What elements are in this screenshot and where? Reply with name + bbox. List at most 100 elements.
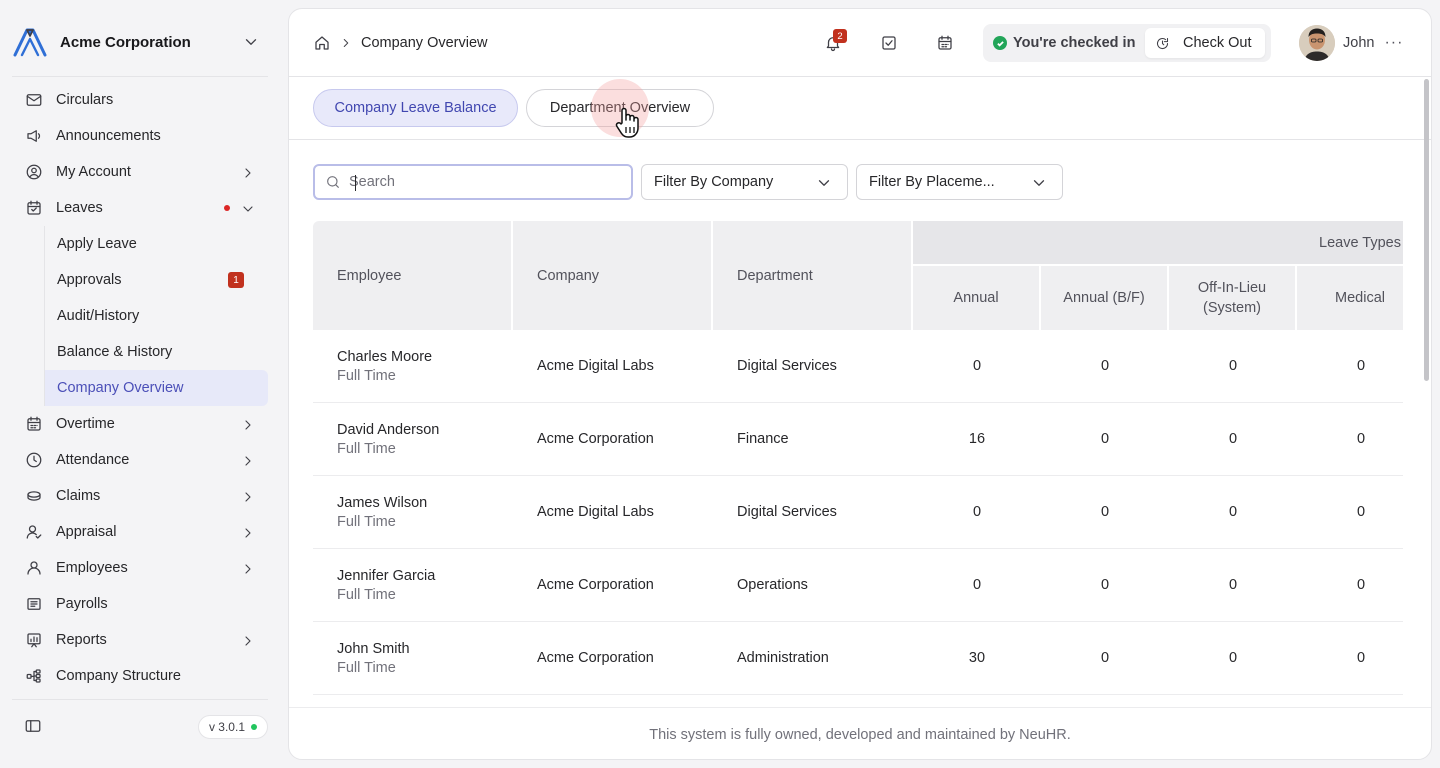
off-in-lieu-cell: 0 xyxy=(1228,504,1238,520)
mail-icon xyxy=(24,90,44,110)
sidebar-item-label: Company Structure xyxy=(56,668,181,684)
header-company: Company xyxy=(513,221,711,330)
coins-icon xyxy=(24,486,44,506)
sidebar-toggle-icon[interactable] xyxy=(24,717,42,735)
org-structure-icon xyxy=(24,666,44,686)
checkin-status: You're checked in Check Out xyxy=(983,24,1271,62)
sidebar-item-company-structure[interactable]: Company Structure xyxy=(14,658,268,694)
off-in-lieu-cell: 0 xyxy=(1228,577,1238,593)
table-row[interactable]: John Smith Full Time Acme Corporation Adm… xyxy=(313,622,1403,695)
medical-cell: 0 xyxy=(1356,577,1366,593)
check-circle-icon xyxy=(993,36,1007,50)
calendar-icon[interactable] xyxy=(935,33,955,53)
medical-cell: 0 xyxy=(1356,358,1366,374)
notification-dot xyxy=(224,205,230,211)
sidebar-subitem-approvals[interactable]: Approvals 1 xyxy=(45,262,268,298)
header-leave-types-group: Leave Types xyxy=(913,221,1403,264)
sidebar-item-label: Payrolls xyxy=(56,596,108,612)
employment-type: Full Time xyxy=(337,513,396,530)
table-row[interactable]: James Wilson Full Time Acme Digital Labs … xyxy=(313,476,1403,549)
annual-cell: 16 xyxy=(968,431,986,447)
sidebar-item-overtime[interactable]: Overtime xyxy=(14,406,268,442)
check-out-button[interactable]: Check Out xyxy=(1145,28,1265,58)
check-out-label: Check Out xyxy=(1183,35,1252,51)
annual-bf-cell: 0 xyxy=(1100,431,1110,447)
leaves-submenu: Apply Leave Approvals 1 Audit/History Ba… xyxy=(44,226,268,406)
tab-company-leave-balance[interactable]: Company Leave Balance xyxy=(313,89,518,127)
topbar: Company Overview 2 You're checked in Che… xyxy=(289,9,1431,77)
sidebar-subitem-apply-leave[interactable]: Apply Leave xyxy=(45,226,268,262)
annual-bf-cell: 0 xyxy=(1100,358,1110,374)
chevron-right-icon xyxy=(238,523,258,543)
clock-refresh-icon xyxy=(1155,36,1170,51)
chevron-right-icon xyxy=(238,163,258,183)
company-filter-value: Filter By Company xyxy=(654,174,774,190)
sidebar-subitem-balance-history[interactable]: Balance & History xyxy=(45,334,268,370)
department-cell: Operations xyxy=(737,577,808,593)
divider xyxy=(12,699,268,700)
table-row[interactable]: David Anderson Full Time Acme Corporation… xyxy=(313,403,1403,476)
sidebar-item-reports[interactable]: Reports xyxy=(14,622,268,658)
version-badge: v 3.0.1 xyxy=(197,715,268,739)
off-in-lieu-cell: 0 xyxy=(1228,431,1238,447)
user-menu[interactable]: John ··· xyxy=(1299,24,1403,62)
chevron-down-icon xyxy=(815,174,833,192)
vertical-scrollbar[interactable] xyxy=(1424,79,1429,381)
sidebar-item-claims[interactable]: Claims xyxy=(14,478,268,514)
sidebar-item-payrolls[interactable]: Payrolls xyxy=(14,586,268,622)
sidebar-item-label: Circulars xyxy=(56,92,114,108)
notifications-button[interactable]: 2 xyxy=(823,29,847,53)
divider xyxy=(12,76,268,77)
chevron-down-icon xyxy=(1030,174,1048,192)
table-row[interactable]: Jennifer Garcia Full Time Acme Corporatio… xyxy=(313,549,1403,622)
sidebar-item-attendance[interactable]: Attendance xyxy=(14,442,268,478)
placement-filter-select[interactable]: Filter By Placeme... xyxy=(856,164,1063,200)
search-box[interactable] xyxy=(313,164,633,200)
version-text: v 3.0.1 xyxy=(208,720,245,734)
company-cell: Acme Digital Labs xyxy=(537,504,654,520)
company-switcher[interactable]: Acme Corporation xyxy=(12,24,270,60)
user-name: John xyxy=(1343,35,1375,51)
receipt-icon xyxy=(24,594,44,614)
sidebar-nav: Circulars Announcements My Account Leave… xyxy=(14,82,268,694)
more-options-icon[interactable]: ··· xyxy=(1384,34,1403,52)
sidebar-item-my-account[interactable]: My Account xyxy=(14,154,268,190)
company-logo xyxy=(12,26,48,58)
clock-icon xyxy=(24,450,44,470)
sidebar-item-leaves[interactable]: Leaves xyxy=(14,190,268,226)
leave-balance-table: Employee Company Department Leave Types … xyxy=(313,221,1403,707)
sidebar-item-label: Announcements xyxy=(56,128,161,144)
sidebar-item-circulars[interactable]: Circulars xyxy=(14,82,268,118)
footer-text: This system is fully owned, developed an… xyxy=(649,726,1071,743)
header-off-in-lieu: Off-In-Lieu (System) xyxy=(1169,266,1295,330)
sidebar-item-appraisal[interactable]: Appraisal xyxy=(14,514,268,550)
company-name: Acme Corporation xyxy=(60,33,191,51)
leave-types-label: Leave Types xyxy=(1319,234,1401,251)
chevron-right-icon xyxy=(238,487,258,507)
approvals-count-badge: 1 xyxy=(228,272,244,288)
user-circle-icon xyxy=(24,162,44,182)
company-cell: Acme Digital Labs xyxy=(537,358,654,374)
checkin-status-text: You're checked in xyxy=(1013,35,1136,51)
department-cell: Digital Services xyxy=(737,358,837,374)
sidebar-item-employees[interactable]: Employees xyxy=(14,550,268,586)
annual-cell: 30 xyxy=(968,650,986,666)
employment-type: Full Time xyxy=(337,440,396,457)
table-row[interactable]: Charles Moore Full Time Acme Digital Labs… xyxy=(313,330,1403,403)
sidebar: Acme Corporation Circulars Announcements… xyxy=(0,0,280,768)
company-filter-select[interactable]: Filter By Company xyxy=(641,164,848,200)
sidebar-subitem-company-overview[interactable]: Company Overview xyxy=(45,370,268,406)
home-icon[interactable] xyxy=(313,34,331,52)
annual-bf-cell: 0 xyxy=(1100,650,1110,666)
employee-name: James Wilson xyxy=(337,494,428,511)
tasks-checkbox-icon[interactable] xyxy=(879,33,899,53)
sidebar-item-announcements[interactable]: Announcements xyxy=(14,118,268,154)
sidebar-subitem-audit-history[interactable]: Audit/History xyxy=(45,298,268,334)
chevron-right-icon xyxy=(238,559,258,579)
search-input[interactable] xyxy=(349,174,609,190)
chevron-down-icon[interactable] xyxy=(242,33,260,51)
annual-cell: 0 xyxy=(972,358,982,374)
chart-board-icon xyxy=(24,630,44,650)
sidebar-item-label: Employees xyxy=(56,560,128,576)
tabs-bar: Company Leave Balance Department Overvie… xyxy=(289,77,1431,140)
